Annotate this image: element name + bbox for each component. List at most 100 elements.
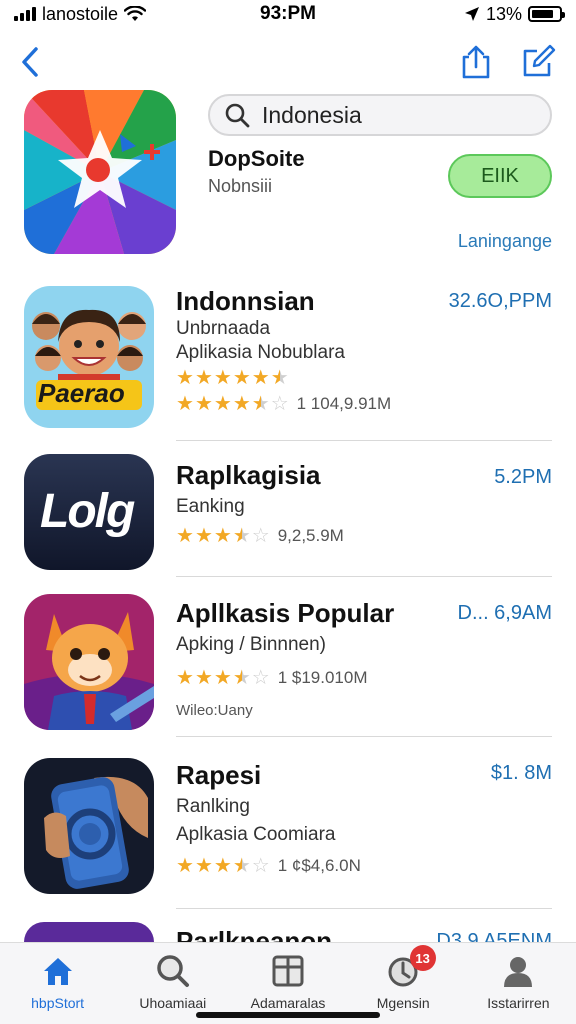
star-empty-icon: ☆	[251, 855, 270, 877]
star-icon: ★	[213, 367, 232, 389]
divider	[176, 908, 552, 909]
app-icon-logo: Lolg	[24, 454, 154, 570]
divider	[176, 736, 552, 737]
star-icon: ★	[232, 393, 251, 415]
status-time: 93:PM	[260, 3, 316, 24]
carrier-label: lanostoile	[42, 3, 119, 24]
star-rating: ★ ★ ★ ★ ☆	[176, 856, 270, 876]
get-button[interactable]: EIIK	[448, 154, 552, 198]
list-item[interactable]: Parlkneanon D3 9 A5ENM	[0, 918, 576, 942]
list-item[interactable]: Lolg Raplkagisia Eanking 5.2PM ★ ★ ★ ★ ☆ 9,2…	[0, 452, 576, 572]
search-icon	[225, 103, 250, 128]
star-rating: ★ ★ ★ ★ ★ ☆	[176, 394, 289, 414]
app-subtitle: Apking / Binnnen)	[176, 634, 326, 655]
star-icon: ★	[213, 667, 232, 689]
star-icon: ★	[176, 855, 194, 877]
star-half-icon: ★	[232, 667, 251, 689]
tab-today[interactable]: hbpStort	[0, 943, 115, 1024]
app-subtitle: Eanking	[176, 496, 245, 517]
star-empty-icon: ☆	[251, 525, 270, 547]
language-link[interactable]: Laningange	[458, 231, 552, 252]
status-right: 13%	[464, 3, 565, 25]
rainbow-star-icon	[24, 90, 176, 254]
app-icon-label: Lolg	[40, 485, 135, 538]
status-bar: lanostoile 93:PM 13%	[0, 0, 576, 28]
star-icon: ★	[176, 525, 194, 547]
app-title[interactable]: Parlkneanon	[176, 926, 332, 942]
search-field[interactable]	[208, 94, 552, 136]
app-price[interactable]: 5.2PM	[494, 466, 552, 489]
star-rating: ★ ★ ★ ★ ☆	[176, 526, 270, 546]
rating-meta: 1 104,9.91M	[296, 394, 392, 413]
star-icon: ★	[194, 855, 213, 877]
app-icon-partial	[24, 922, 154, 942]
battery-percent: 13%	[485, 3, 522, 24]
compose-button[interactable]	[520, 44, 556, 80]
account-icon	[504, 957, 533, 987]
featured-app-icon[interactable]	[24, 90, 176, 254]
star-empty-icon: ☆	[270, 393, 289, 415]
app-icon-phone	[24, 758, 154, 894]
signal-icon	[14, 7, 36, 21]
star-icon: ★	[213, 393, 232, 415]
featured-app-subtitle: Nobnsiii	[208, 176, 273, 196]
app-title[interactable]: Raplkagisia	[176, 460, 321, 491]
share-button[interactable]	[458, 44, 494, 80]
star-icon: ★	[213, 525, 232, 547]
app-icon-label: Paerao	[38, 378, 125, 408]
rating-stars-extra: ★ ★ ★ ★ ★ ★	[176, 368, 297, 388]
star-half-icon: ★	[251, 393, 270, 415]
app-price[interactable]: 32.6O,PPM	[449, 290, 552, 313]
notification-badge: 13	[409, 945, 436, 971]
star-icon: ★	[232, 367, 251, 389]
app-price[interactable]: $1. 8M	[491, 762, 552, 785]
app-title[interactable]: Rapesi	[176, 760, 261, 791]
star-icon: ★	[194, 525, 213, 547]
star-half-icon: ★	[232, 855, 251, 877]
app-price[interactable]: D3 9 A5ENM	[436, 930, 552, 942]
location-arrow-icon	[464, 7, 479, 21]
app-icon-fox	[24, 594, 154, 730]
search-icon	[157, 955, 189, 987]
rating-meta: 9,2,5.9M	[277, 526, 344, 545]
status-left: lanostoile	[14, 3, 147, 25]
nav-bar	[0, 38, 576, 86]
app-icon-cartoon: Paerao	[24, 286, 154, 428]
star-rating: ★ ★ ★ ★ ★ ★	[176, 368, 289, 388]
app-category: Aplkasia Coomiara	[176, 824, 336, 845]
star-empty-icon: ☆	[251, 667, 270, 689]
featured-app-name[interactable]: DopSoite	[208, 146, 305, 172]
star-icon: ★	[176, 667, 194, 689]
star-rating: ★ ★ ★ ★ ☆	[176, 668, 270, 688]
home-indicator[interactable]	[196, 1012, 380, 1018]
app-title[interactable]: Apllkasis Popular	[176, 598, 394, 629]
rating-row: ★ ★ ★ ★ ☆ 9,2,5.9M	[176, 526, 344, 546]
rating-row: ★ ★ ★ ★ ☆ 1 $19.010M	[176, 668, 367, 688]
back-button[interactable]	[14, 44, 46, 80]
home-icon	[43, 958, 72, 985]
star-icon: ★	[176, 393, 194, 415]
app-footer-note: Wileo:Uany	[176, 702, 253, 719]
app-title[interactable]: Indonnsian	[176, 286, 315, 317]
battery-icon	[528, 6, 565, 22]
star-icon: ★	[194, 667, 213, 689]
tab-label: Adamaralas	[250, 995, 326, 1011]
compose-icon	[523, 44, 556, 77]
chevron-left-icon	[22, 47, 38, 77]
app-subtitle: Ranlking	[176, 796, 250, 817]
tab-label: Isstarirren	[487, 995, 550, 1011]
list-item[interactable]: Apllkasis Popular Apking / Binnnen) D...…	[0, 590, 576, 730]
list-item[interactable]: Paerao Indonnsian Unbrnaada Aplikasia No…	[0, 284, 576, 432]
star-icon: ★	[251, 367, 270, 389]
rating-meta: 1 $19.010M	[277, 668, 368, 687]
list-item[interactable]: Rapesi Ranlking Aplkasia Coomiara $1. 8M…	[0, 752, 576, 896]
star-icon: ★	[194, 393, 213, 415]
apps-icon	[272, 955, 304, 987]
search-input[interactable]	[262, 101, 532, 129]
star-icon: ★	[194, 367, 213, 389]
star-half-icon: ★	[232, 525, 251, 547]
tab-account[interactable]: Isstarirren	[461, 943, 576, 1024]
star-icon: ★	[176, 367, 194, 389]
share-icon	[462, 45, 490, 79]
app-price[interactable]: D... 6,9AM	[458, 602, 552, 625]
